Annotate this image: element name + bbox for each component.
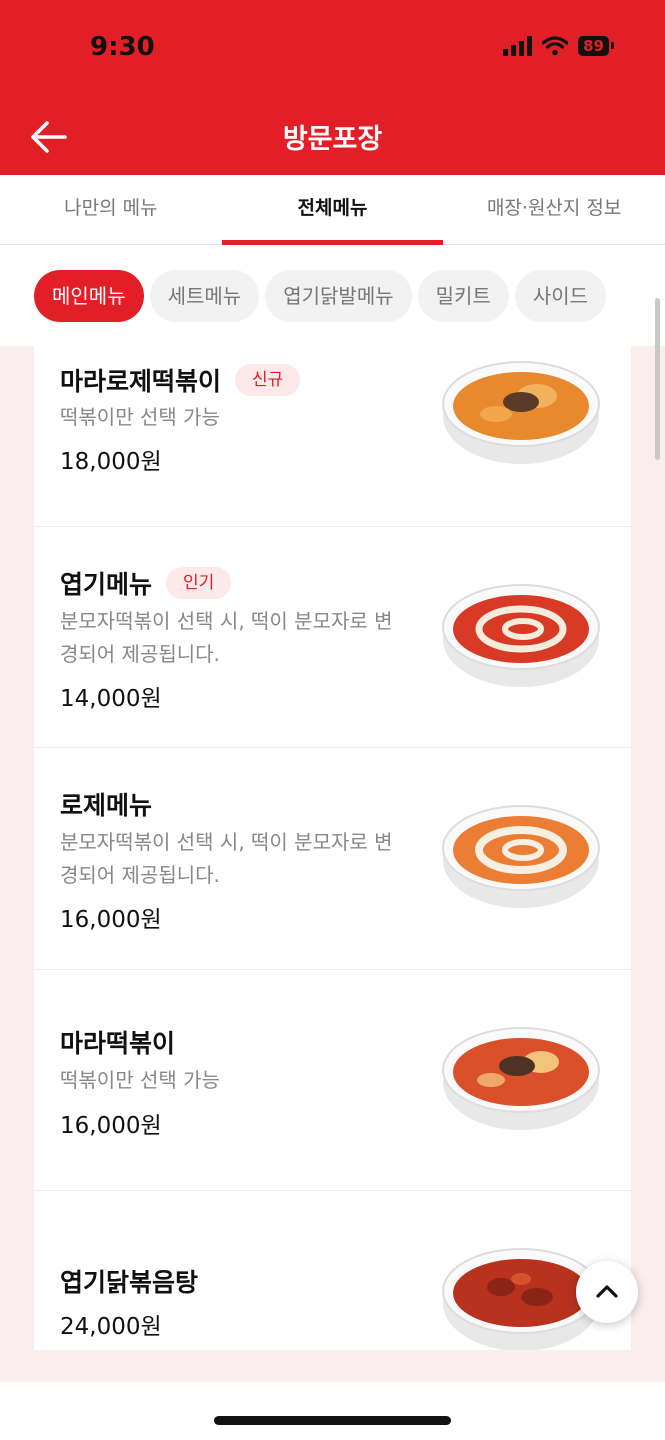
menu-item-price: 18,000원 — [60, 449, 162, 475]
tab-all-menu[interactable]: 전체메뉴 — [221, 175, 444, 245]
menu-item-yeopgi[interactable]: 엽기메뉴 인기 분모자떡볶이 선택 시, 떡이 분모자로 변경되어 제공됩니다. … — [34, 527, 631, 748]
menu-item-name: 로제메뉴 — [60, 791, 153, 820]
menu-item-price: 16,000원 — [60, 1113, 162, 1139]
menu-item-mala-rose[interactable]: 마라로제떡볶이 신규 떡볶이만 선택 가능 18,000원 — [34, 346, 631, 527]
page-title: 방문포장 — [282, 124, 383, 155]
menu-item-price: 24,000원 — [60, 1314, 162, 1340]
battery-icon: 89 — [578, 36, 614, 56]
food-image — [442, 361, 600, 464]
menu-item-mala[interactable]: 마라떡볶이 떡볶이만 선택 가능 16,000원 — [34, 970, 631, 1191]
home-indicator[interactable] — [214, 1416, 451, 1425]
menu-item-name: 마라떡볶이 — [60, 1029, 176, 1058]
tab-my-menu[interactable]: 나만의 메뉴 — [0, 175, 222, 244]
bottom-area — [0, 1350, 665, 1440]
wifi-icon — [542, 36, 569, 56]
food-image — [442, 1027, 600, 1130]
bottom-band — [0, 1350, 665, 1382]
menu-item-price: 14,000원 — [60, 686, 162, 712]
menu-item-name: 엽기닭볶음탕 — [60, 1268, 199, 1297]
food-image — [442, 805, 600, 908]
food-image — [442, 584, 600, 687]
status-time: 9:30 — [90, 32, 155, 62]
chip-meal-kit[interactable]: 밀키트 — [417, 270, 509, 322]
menu-item-price: 16,000원 — [60, 907, 162, 933]
chip-side[interactable]: 사이드 — [514, 270, 607, 322]
new-badge: 신규 — [235, 364, 301, 396]
chip-chicken-feet-menu[interactable]: 엽기닭발메뉴 — [265, 270, 412, 322]
chip-set-menu[interactable]: 세트메뉴 — [149, 270, 260, 322]
menu-item-name: 마라로제떡볶이 신규 — [60, 362, 301, 399]
popular-badge: 인기 — [166, 567, 232, 599]
category-chips: 메인메뉴 세트메뉴 엽기닭발메뉴 밀키트 사이드 — [0, 246, 665, 346]
menu-item-description: 떡볶이만 선택 가능 — [60, 1068, 220, 1092]
menu-list-area: 마라로제떡볶이 신규 떡볶이만 선택 가능 18,000원 엽기메뉴 인기 분모자떡… — [0, 346, 665, 1350]
scrollbar[interactable] — [655, 298, 660, 460]
menu-item-description: 떡볶이만 선택 가능 — [60, 405, 220, 429]
menu-item-description: 분모자떡볶이 선택 시, 떡이 분모자로 변경되어 제공됩니다. — [60, 830, 393, 887]
scroll-to-top-button[interactable] — [576, 1261, 638, 1323]
chevron-up-icon — [596, 1285, 618, 1298]
menu-item-braised-chicken[interactable]: 엽기닭볶음탕 24,000원 — [34, 1191, 631, 1350]
menu-item-description: 분모자떡볶이 선택 시, 떡이 분모자로 변경되어 제공됩니다. — [60, 609, 393, 666]
menu-tabs: 나만의 메뉴 전체메뉴 매장·원산지 정보 — [0, 175, 665, 245]
menu-item-rose[interactable]: 로제메뉴 분모자떡볶이 선택 시, 떡이 분모자로 변경되어 제공됩니다. 16… — [34, 748, 631, 970]
cellular-signal-icon — [503, 36, 533, 56]
menu-item-name: 엽기메뉴 인기 — [60, 565, 232, 602]
status-icons: 89 — [503, 36, 614, 56]
menu-list: 마라로제떡볶이 신규 떡볶이만 선택 가능 18,000원 엽기메뉴 인기 분모자떡… — [34, 346, 631, 1350]
chip-main-menu[interactable]: 메인메뉴 — [34, 270, 144, 322]
tab-store-info[interactable]: 매장·원산지 정보 — [443, 175, 665, 244]
app-header: 9:30 89 방문포장 — [0, 0, 665, 175]
